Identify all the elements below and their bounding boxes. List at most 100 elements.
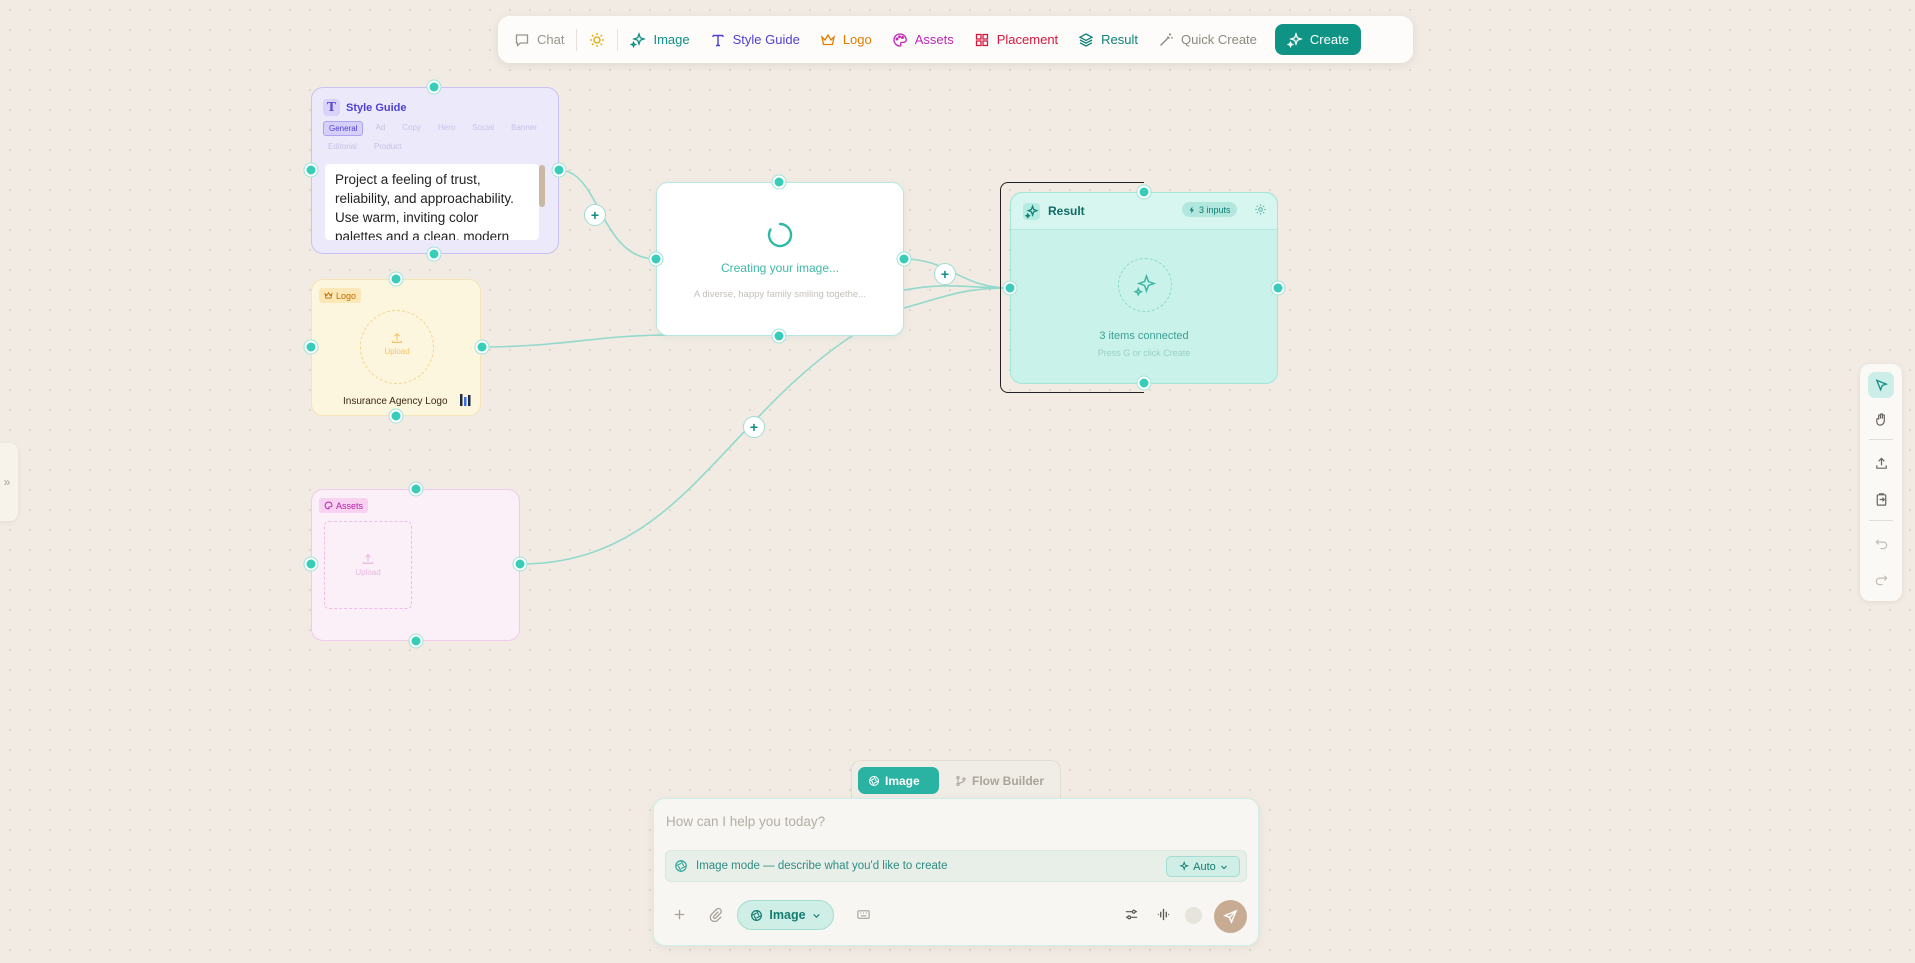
paperclip-icon: [709, 907, 722, 922]
connection-handle[interactable]: [409, 634, 423, 648]
chat-input[interactable]: How can I help you today?: [666, 814, 825, 829]
tab-editorial[interactable]: Editorial: [323, 140, 362, 153]
chat-icon: [515, 33, 529, 47]
sparkles-icon: [1133, 273, 1157, 297]
chat-composer: How can I help you today? Image mode — d…: [653, 798, 1259, 946]
auto-dropdown[interactable]: Auto: [1166, 856, 1240, 877]
result-node-button[interactable]: Result: [1068, 24, 1148, 55]
tab-hero[interactable]: Hero: [433, 121, 460, 136]
style-guide-node[interactable]: T Style Guide General Ad Copy Hero Socia…: [311, 87, 559, 254]
add-node-button[interactable]: +: [584, 204, 606, 226]
connection-handle[interactable]: [1271, 281, 1285, 295]
logo-node-button[interactable]: Logo: [810, 24, 882, 55]
connection-handle[interactable]: [1137, 185, 1151, 199]
assets-node-button[interactable]: Assets: [882, 24, 964, 55]
brand-bars-icon[interactable]: [460, 394, 472, 406]
tab-banner[interactable]: Banner: [506, 121, 542, 136]
placement-label: Placement: [996, 32, 1059, 47]
redo-button[interactable]: [1868, 566, 1894, 592]
send-icon: [1223, 909, 1238, 924]
theme-toggle-button[interactable]: [579, 24, 615, 55]
upload-icon: [392, 332, 402, 343]
logo-upload-dropzone[interactable]: Upload: [360, 310, 434, 384]
connection-handle[interactable]: [1003, 281, 1017, 295]
connection-handle[interactable]: [389, 409, 403, 423]
connection-handle[interactable]: [649, 252, 663, 266]
tab-copy[interactable]: Copy: [397, 121, 426, 136]
tab-product[interactable]: Product: [369, 140, 407, 153]
image-mode-tab[interactable]: Image: [858, 767, 939, 794]
voice-button[interactable]: [1154, 905, 1172, 923]
add-node-button[interactable]: +: [934, 263, 956, 285]
assets-node[interactable]: Assets Upload: [311, 489, 520, 641]
attach-button[interactable]: [706, 905, 724, 923]
redo-icon: [1875, 574, 1888, 585]
result-connected-count: 3 items connected: [1099, 330, 1189, 342]
edge-creating-result-1: [903, 258, 1011, 289]
assets-upload-dropzone[interactable]: Upload: [324, 521, 412, 609]
connection-handle[interactable]: [427, 247, 441, 261]
connection-handle[interactable]: [304, 340, 318, 354]
connection-handle[interactable]: [427, 80, 441, 94]
flow-builder-tab[interactable]: Flow Builder: [945, 767, 1054, 794]
connection-handle[interactable]: [552, 163, 566, 177]
result-hint: Press G or click Create: [1097, 348, 1191, 358]
connection-handle[interactable]: [389, 272, 403, 286]
chat-button[interactable]: Chat: [504, 24, 574, 55]
settings-sliders-button[interactable]: [1122, 905, 1140, 923]
select-tool[interactable]: [1868, 372, 1894, 398]
canvas-tools: [1860, 364, 1902, 601]
edge-logo-creating: [481, 334, 669, 348]
logo-label: Logo: [842, 32, 872, 47]
logo-node[interactable]: Logo Upload Insurance Agency Logo: [311, 279, 481, 416]
hand-icon: [1875, 412, 1885, 426]
export-button[interactable]: [1868, 450, 1894, 476]
pan-tool[interactable]: [1868, 406, 1894, 432]
create-button[interactable]: Create: [1274, 24, 1361, 55]
keyboard-button[interactable]: [854, 905, 872, 923]
sidebar-expand-tab[interactable]: »: [0, 443, 18, 521]
tools-divider: [1869, 439, 1893, 440]
aperture-icon: [675, 860, 687, 872]
mode-select[interactable]: Image: [737, 900, 834, 930]
tab-ad[interactable]: Ad: [370, 121, 390, 136]
style-guide-node-button[interactable]: Style Guide: [700, 24, 810, 55]
create-label: Create: [1309, 32, 1349, 47]
placement-node-button[interactable]: Placement: [964, 24, 1068, 55]
connection-handle[interactable]: [772, 329, 786, 343]
tab-general[interactable]: General: [323, 121, 364, 136]
connection-handle[interactable]: [304, 163, 318, 177]
connection-handle[interactable]: [409, 482, 423, 496]
style-guide-title: Style Guide: [346, 101, 407, 114]
quick-create-button[interactable]: Quick Create: [1148, 24, 1267, 55]
connection-handle[interactable]: [897, 252, 911, 266]
logo-badge-label: Logo: [336, 290, 357, 301]
gear-icon[interactable]: [1254, 203, 1267, 216]
image-generation-node[interactable]: Creating your image... A diverse, happy …: [656, 182, 904, 336]
result-node[interactable]: Result 3 inputs 3 items connected Press …: [1010, 192, 1278, 384]
add-button[interactable]: [670, 905, 688, 923]
image-node-button[interactable]: Image: [620, 24, 699, 55]
palette-icon: [324, 501, 333, 510]
style-guide-textarea[interactable]: Project a feeling of trust, reliability,…: [325, 164, 539, 240]
style-guide-header: T Style Guide: [323, 99, 407, 116]
toolbar-divider: [576, 28, 578, 51]
connection-handle[interactable]: [772, 175, 786, 189]
chevron-down-icon: [1220, 865, 1227, 869]
add-node-button[interactable]: +: [743, 416, 765, 438]
send-button[interactable]: [1214, 900, 1247, 933]
layers-icon: [1078, 32, 1094, 47]
sliders-icon: [1125, 909, 1137, 919]
logo-upload-label: Upload: [384, 347, 410, 356]
upload-icon: [1875, 456, 1887, 469]
undo-button[interactable]: [1868, 530, 1894, 556]
upload-icon: [363, 553, 373, 564]
connection-handle[interactable]: [513, 557, 527, 571]
connection-handle[interactable]: [475, 340, 489, 354]
tab-social[interactable]: Social: [467, 121, 499, 136]
cursor-icon: [1875, 378, 1888, 391]
style-guide-scrollbar[interactable]: [539, 165, 545, 207]
connection-handle[interactable]: [1137, 376, 1151, 390]
clipboard-button[interactable]: [1868, 486, 1894, 512]
connection-handle[interactable]: [304, 557, 318, 571]
